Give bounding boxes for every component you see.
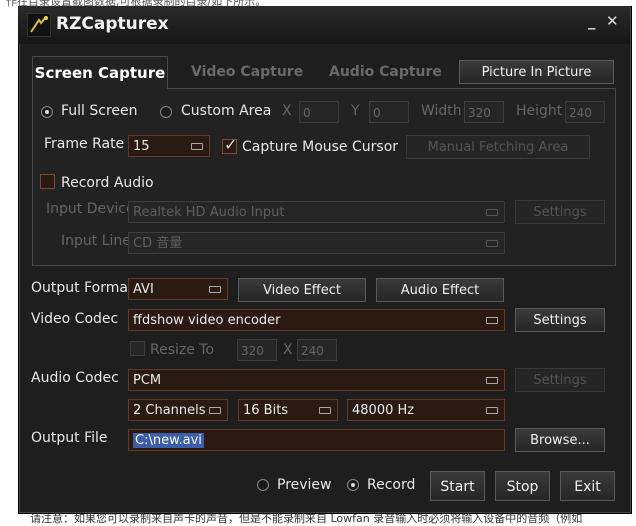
x-label: X bbox=[282, 103, 292, 119]
resize-x-label: X bbox=[283, 342, 293, 358]
video-codec-label: Video Codec bbox=[31, 311, 119, 327]
audio-codec-select[interactable]: PCM bbox=[128, 369, 505, 391]
capture-mouse-label: Capture Mouse Cursor bbox=[242, 139, 399, 155]
capture-mouse-checkbox[interactable]: ✓ bbox=[222, 135, 237, 154]
dropdown-icon bbox=[209, 286, 221, 293]
audio-effect-button[interactable]: Audio Effect bbox=[376, 278, 504, 302]
input-device-select[interactable]: Realtek HD Audio Input bbox=[128, 201, 505, 223]
height-input[interactable]: 240 bbox=[565, 101, 605, 123]
audio-codec-label: Audio Codec bbox=[31, 370, 119, 386]
resize-height-input[interactable]: 240 bbox=[297, 339, 337, 361]
input-line-value: CD 音量 bbox=[133, 236, 183, 251]
tab-video-capture[interactable]: Video Capture bbox=[191, 56, 303, 88]
picture-in-picture-button[interactable]: Picture In Picture bbox=[459, 60, 614, 84]
width-label: Width bbox=[421, 103, 462, 119]
tab-audio-capture[interactable]: Audio Capture bbox=[329, 56, 442, 88]
input-device-label: Input Device bbox=[46, 201, 135, 217]
input-line-select[interactable]: CD 音量 bbox=[128, 232, 505, 254]
input-device-settings-button[interactable]: Settings bbox=[515, 200, 605, 224]
output-format-value: AVI bbox=[133, 282, 154, 297]
full-screen-radio[interactable] bbox=[41, 106, 53, 118]
preview-radio[interactable] bbox=[257, 479, 269, 491]
output-file-input[interactable]: C:\new.avi bbox=[128, 429, 505, 451]
input-line-label: Input Line bbox=[61, 233, 131, 249]
y-input[interactable]: 0 bbox=[369, 101, 409, 123]
dropdown-icon bbox=[191, 143, 203, 150]
tab-screen-capture[interactable]: Screen Capture bbox=[32, 56, 168, 89]
browse-button[interactable]: Browse... bbox=[515, 428, 605, 452]
output-format-label: Output Format bbox=[31, 280, 134, 296]
width-input[interactable]: 320 bbox=[464, 101, 504, 123]
bits-value: 16 Bits bbox=[243, 403, 289, 418]
resize-label: Resize To bbox=[150, 342, 215, 358]
exit-button[interactable]: Exit bbox=[560, 471, 615, 501]
input-device-value: Realtek HD Audio Input bbox=[133, 205, 285, 220]
output-file-value: C:\new.avi bbox=[133, 433, 204, 448]
audio-codec-settings-button[interactable]: Settings bbox=[515, 368, 605, 392]
close-button[interactable]: ✕ bbox=[606, 12, 619, 30]
record-audio-label: Record Audio bbox=[61, 175, 154, 191]
custom-area-radio[interactable] bbox=[160, 106, 172, 118]
dropdown-icon bbox=[486, 209, 498, 216]
video-codec-value: ffdshow video encoder bbox=[133, 313, 281, 328]
height-label: Height bbox=[516, 103, 563, 119]
dropdown-icon bbox=[486, 377, 498, 384]
channels-select[interactable]: 2 Channels bbox=[128, 399, 228, 421]
record-radio[interactable] bbox=[347, 479, 359, 491]
sample-rate-select[interactable]: 48000 Hz bbox=[347, 399, 505, 421]
dropdown-icon bbox=[209, 407, 221, 414]
channels-value: 2 Channels bbox=[133, 403, 206, 418]
stop-button[interactable]: Stop bbox=[495, 471, 550, 501]
bits-select[interactable]: 16 Bits bbox=[238, 399, 338, 421]
preview-label: Preview bbox=[277, 477, 332, 493]
sample-rate-value: 48000 Hz bbox=[352, 403, 415, 418]
video-codec-select[interactable]: ffdshow video encoder bbox=[128, 309, 505, 331]
x-input[interactable]: 0 bbox=[299, 101, 339, 123]
app-logo-icon bbox=[27, 13, 51, 37]
dropdown-icon bbox=[486, 240, 498, 247]
resize-checkbox[interactable] bbox=[130, 341, 145, 356]
dropdown-icon bbox=[319, 407, 331, 414]
record-audio-checkbox[interactable] bbox=[40, 174, 55, 189]
resize-width-input[interactable]: 320 bbox=[237, 339, 277, 361]
record-label: Record bbox=[367, 477, 416, 493]
audio-codec-value: PCM bbox=[133, 373, 162, 388]
frame-rate-value: 15 bbox=[133, 139, 150, 154]
y-label: Y bbox=[351, 103, 360, 119]
output-format-select[interactable]: AVI bbox=[128, 278, 228, 300]
dropdown-icon bbox=[486, 317, 498, 324]
frame-rate-label: Frame Rate bbox=[44, 136, 125, 152]
page-bottom-text: 请注意：如果您可以录制来自声卡的声音，但是不能录制来自 Lowfan 录音输入时… bbox=[30, 512, 583, 525]
manual-fetching-button[interactable]: Manual Fetching Area bbox=[406, 135, 590, 159]
dropdown-icon bbox=[486, 407, 498, 414]
custom-area-label: Custom Area bbox=[181, 103, 272, 119]
video-codec-settings-button[interactable]: Settings bbox=[515, 308, 605, 332]
minimize-button[interactable]: _ bbox=[588, 12, 596, 30]
full-screen-label: Full Screen bbox=[61, 103, 138, 119]
video-effect-button[interactable]: Video Effect bbox=[238, 278, 366, 302]
checkmark-icon: ✓ bbox=[224, 135, 238, 154]
app-title: RZCapturex bbox=[56, 14, 169, 34]
frame-rate-select[interactable]: 15 bbox=[128, 135, 210, 157]
output-file-label: Output File bbox=[31, 430, 108, 446]
start-button[interactable]: Start bbox=[430, 471, 485, 501]
